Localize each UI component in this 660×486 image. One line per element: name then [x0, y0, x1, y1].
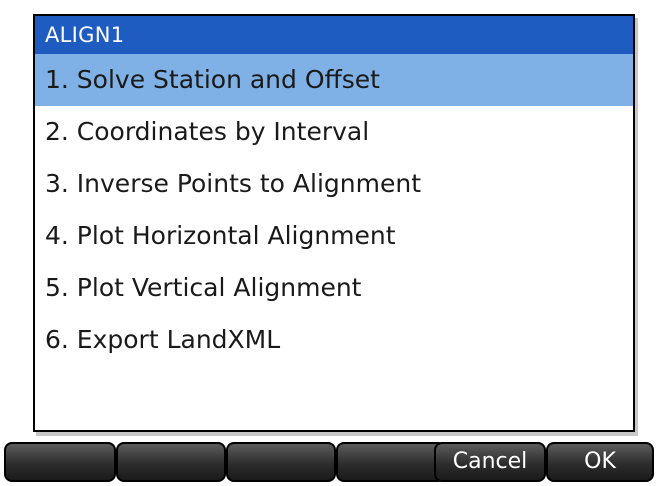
menu-item-plot-vertical[interactable]: 5. Plot Vertical Alignment [35, 262, 633, 314]
menu-item-inverse-points[interactable]: 3. Inverse Points to Alignment [35, 158, 633, 210]
softkey-4[interactable] [336, 442, 446, 482]
softkey-bar: Cancel OK [0, 440, 660, 486]
menu-item-solve-station-offset[interactable]: 1. Solve Station and Offset [35, 54, 633, 106]
menu-item-plot-horizontal[interactable]: 4. Plot Horizontal Alignment [35, 210, 633, 262]
menu-item-export-landxml[interactable]: 6. Export LandXML [35, 314, 633, 366]
softkey-2[interactable] [116, 442, 226, 482]
dialog-title: ALIGN1 [35, 16, 633, 54]
softkey-3[interactable] [226, 442, 336, 482]
choose-menu-dialog: ALIGN1 1. Solve Station and Offset 2. Co… [33, 14, 635, 432]
menu-list: 1. Solve Station and Offset 2. Coordinat… [35, 54, 633, 366]
calculator-screen: ALIGN1 1. Solve Station and Offset 2. Co… [0, 0, 660, 486]
menu-item-coordinates-by-interval[interactable]: 2. Coordinates by Interval [35, 106, 633, 158]
softkey-1[interactable] [4, 442, 116, 482]
ok-button[interactable]: OK [546, 442, 654, 482]
cancel-button[interactable]: Cancel [434, 442, 546, 482]
